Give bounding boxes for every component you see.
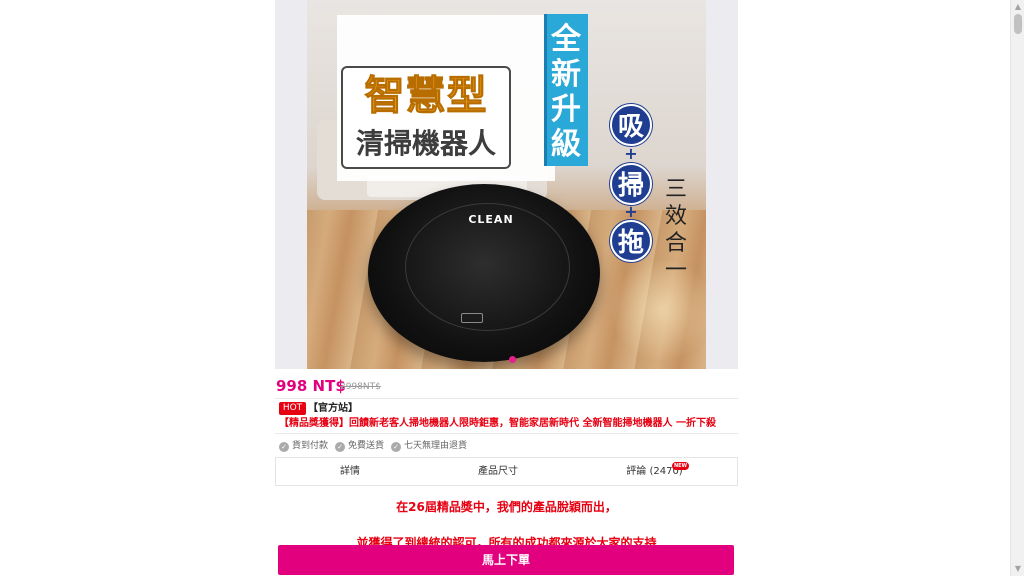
current-price: 998 NT$ [276, 377, 346, 395]
price-row: 998 NT$ 2998NT$ [275, 376, 738, 396]
scroll-down-arrow-icon[interactable]: ▼ [1011, 562, 1024, 576]
plus-sign: + [624, 202, 638, 221]
scroll-thumb[interactable] [1014, 14, 1022, 34]
feature-mop-badge: 拖 [610, 220, 652, 262]
sparkle-effect [607, 260, 706, 360]
order-now-button[interactable]: 馬上下單 [278, 545, 734, 575]
feature-sweep-badge: 掃 [610, 163, 652, 205]
badge-label: 免費送貨 [348, 441, 385, 451]
plus-sign: + [624, 144, 638, 163]
feature-suction-badge: 吸 [610, 104, 652, 146]
tab-reviews[interactable]: 評論 (2470) [572, 458, 737, 485]
tab-details[interactable]: 詳情 [276, 458, 424, 485]
badge-label: 貨到付款 [292, 441, 329, 451]
three-in-one-label: 三效合一 [664, 177, 687, 283]
check-circle-icon: ✓ [335, 442, 345, 452]
badge-seven-day-return: ✓ 七天無理由退貨 [391, 439, 467, 453]
vertical-scrollbar[interactable]: ▲ ▼ [1010, 0, 1024, 576]
product-tabs: 詳情 產品尺寸 評論 (2470) [275, 457, 738, 486]
robot-button [461, 313, 483, 323]
tab-size[interactable]: 產品尺寸 [424, 458, 572, 485]
store-label: 【官方站】 [308, 403, 358, 414]
product-image-carousel[interactable]: 智慧型 清掃機器人 全新升級 吸 + 掃 + 拖 三效合一 CLEAN [275, 0, 738, 369]
badge-free-shipping: ✓ 免費送貨 [335, 439, 384, 453]
scroll-up-arrow-icon[interactable]: ▲ [1011, 0, 1024, 14]
badge-cash-on-delivery: ✓ 貨到付款 [279, 439, 328, 453]
upgrade-text: 全新升級 [551, 22, 581, 162]
promo-text: 【精品獎獲得】回饋新老客人掃地機器人限時鉅惠，智能家居新時代 全新智能掃地機器人… [279, 418, 716, 429]
check-circle-icon: ✓ [279, 442, 289, 452]
divider [275, 398, 738, 399]
product-column: 智慧型 清掃機器人 全新升級 吸 + 掃 + 拖 三效合一 CLEAN 998 … [275, 0, 738, 576]
check-circle-icon: ✓ [391, 442, 401, 452]
content-line1: 在26屆精品獎中，我們的產品脫穎而出， [396, 500, 617, 514]
carousel-dot-active[interactable] [509, 356, 516, 363]
page: 智慧型 清掃機器人 全新升級 吸 + 掃 + 拖 三效合一 CLEAN 998 … [0, 0, 1024, 576]
original-price: 2998NT$ [340, 382, 381, 392]
hero-title-line2: 清掃機器人 [355, 127, 496, 160]
hero-title-line1: 智慧型 [364, 73, 488, 120]
divider [275, 433, 738, 434]
robot-logo: CLEAN [468, 213, 514, 226]
new-tag: NEW [672, 462, 689, 470]
badge-label: 七天無理由退貨 [404, 441, 468, 451]
hot-badge: HOT [279, 402, 306, 415]
